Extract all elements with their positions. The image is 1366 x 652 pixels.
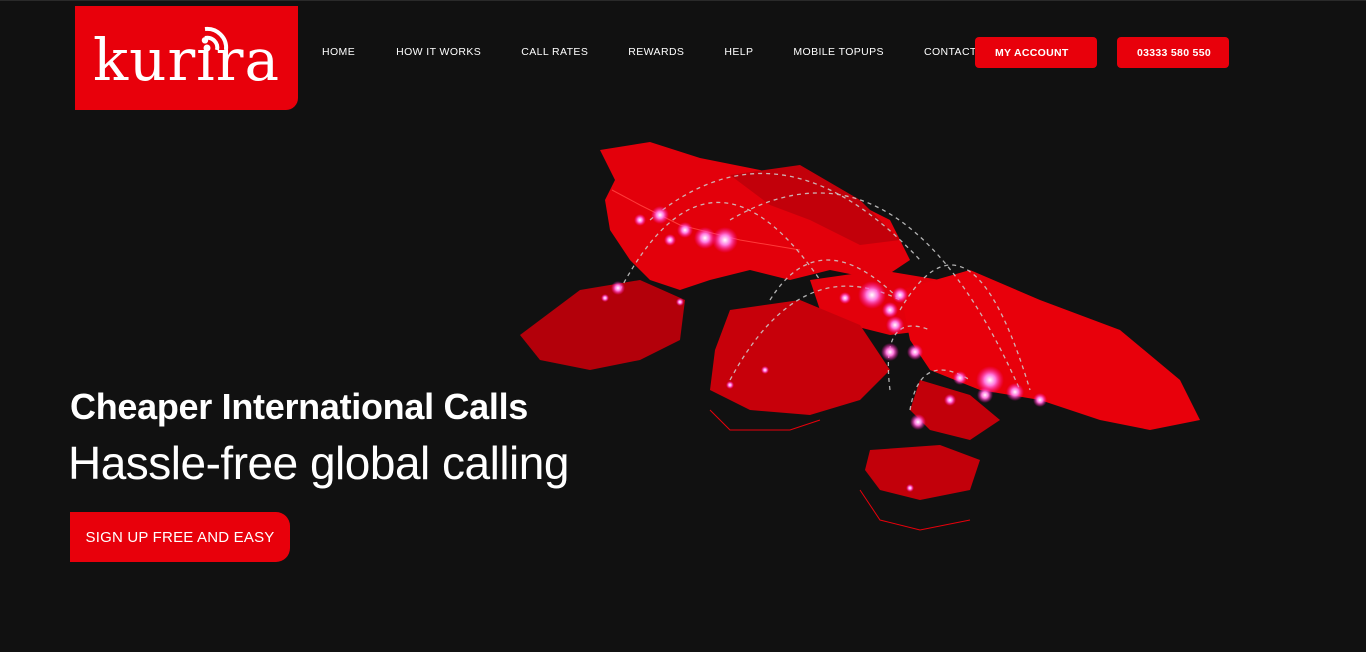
nav-how-it-works[interactable]: HOW IT WORKS bbox=[396, 46, 481, 58]
wifi-icon bbox=[203, 26, 229, 52]
my-account-button[interactable]: MY ACCOUNT bbox=[975, 37, 1097, 68]
nav-home[interactable]: HOME bbox=[322, 46, 355, 58]
nav-contact[interactable]: CONTACT bbox=[924, 46, 977, 58]
hero-title: Cheaper International Calls bbox=[70, 386, 529, 427]
brand-logo-text: kurira bbox=[92, 26, 281, 94]
brand-logo[interactable]: kurira bbox=[75, 6, 298, 110]
hero-subtitle: Hassle-free global calling bbox=[68, 437, 569, 489]
nav-rewards[interactable]: REWARDS bbox=[628, 46, 684, 58]
hero-world-map bbox=[500, 130, 1220, 550]
nav-call-rates[interactable]: CALL RATES bbox=[521, 46, 588, 58]
main-nav: HOME HOW IT WORKS CALL RATES REWARDS HEL… bbox=[322, 46, 977, 58]
world-map-connections-icon bbox=[520, 142, 1200, 531]
nav-help[interactable]: HELP bbox=[724, 46, 753, 58]
map-south-america bbox=[520, 280, 685, 370]
phone-number-button[interactable]: 03333 580 550 bbox=[1117, 37, 1229, 68]
map-australia bbox=[865, 445, 980, 500]
sign-up-button[interactable]: SIGN UP FREE AND EASY bbox=[70, 512, 290, 562]
top-divider bbox=[0, 0, 1366, 1]
nav-mobile-topups[interactable]: MOBILE TOPUPS bbox=[793, 46, 884, 58]
